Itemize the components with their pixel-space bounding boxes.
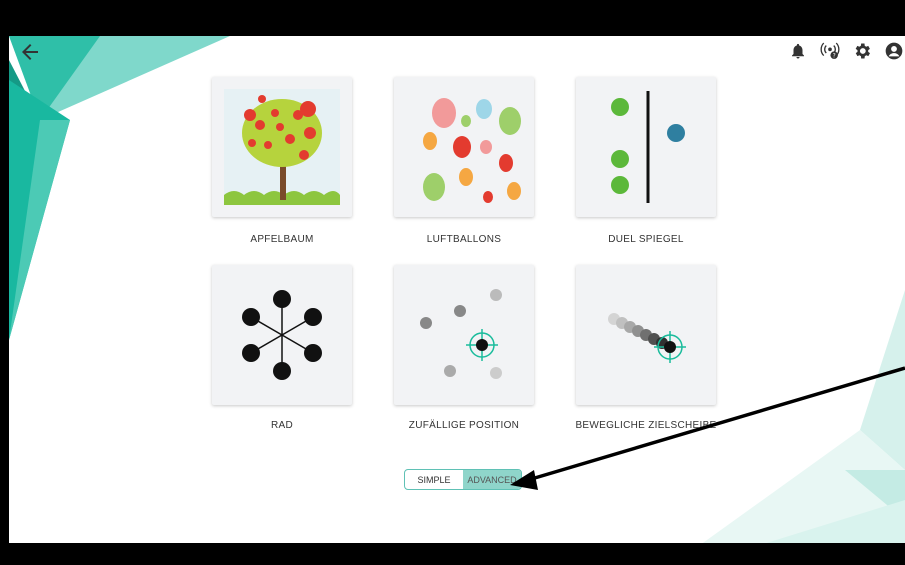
header-actions: ? (787, 40, 905, 62)
bottom-black-bar (0, 543, 905, 565)
card-zufaellige-position[interactable] (394, 265, 534, 405)
exercise-label: ZUFÄLLIGE POSITION (408, 420, 520, 431)
card-apfelbaum[interactable] (212, 77, 352, 217)
random-target-icon (420, 289, 502, 379)
top-black-bar (0, 0, 905, 36)
account-icon[interactable] (883, 40, 905, 62)
broadcast-help-icon[interactable]: ? (819, 40, 841, 62)
moving-target-icon (608, 313, 686, 363)
exercise-rad: RAD (212, 265, 352, 431)
exercise-luftballons: LUFTBALLONS (394, 77, 534, 245)
exercise-label: LUFTBALLONS (426, 234, 502, 245)
card-luftballons[interactable] (394, 77, 534, 217)
exercise-zufaellige-position: ZUFÄLLIGE POSITION (394, 265, 534, 431)
exercise-label: BEWEGLICHE ZIELSCHEIBE (575, 420, 717, 431)
arrow-left-icon (22, 44, 38, 60)
wheel-icon (242, 290, 322, 380)
exercise-bewegliche-zielscheibe: BEWEGLICHE ZIELSCHEIBE (575, 265, 716, 431)
gear-icon[interactable] (851, 40, 873, 62)
simple-mode-button[interactable]: SIMPLE (405, 470, 463, 489)
exercise-label: RAD (270, 420, 293, 431)
exercise-apfelbaum: APFELBAUM (212, 77, 352, 245)
bell-icon[interactable] (787, 40, 809, 62)
card-rad[interactable] (212, 265, 352, 405)
mirror-dots-icon (611, 91, 685, 203)
left-black-edge (0, 0, 9, 565)
mode-toggle: SIMPLE ADVANCED (404, 469, 522, 490)
card-duel-spiegel[interactable] (576, 77, 716, 217)
exercise-label: APFELBAUM (250, 234, 314, 245)
svg-text:?: ? (833, 53, 836, 59)
back-button[interactable] (18, 40, 42, 64)
exercise-duel-spiegel: DUEL SPIEGEL (576, 77, 716, 245)
apple-tree-icon (224, 89, 340, 205)
balloons-icon (423, 98, 521, 203)
exercise-label: DUEL SPIEGEL (608, 234, 684, 245)
card-bewegliche-zielscheibe[interactable] (576, 265, 716, 405)
advanced-mode-button[interactable]: ADVANCED (463, 470, 521, 489)
